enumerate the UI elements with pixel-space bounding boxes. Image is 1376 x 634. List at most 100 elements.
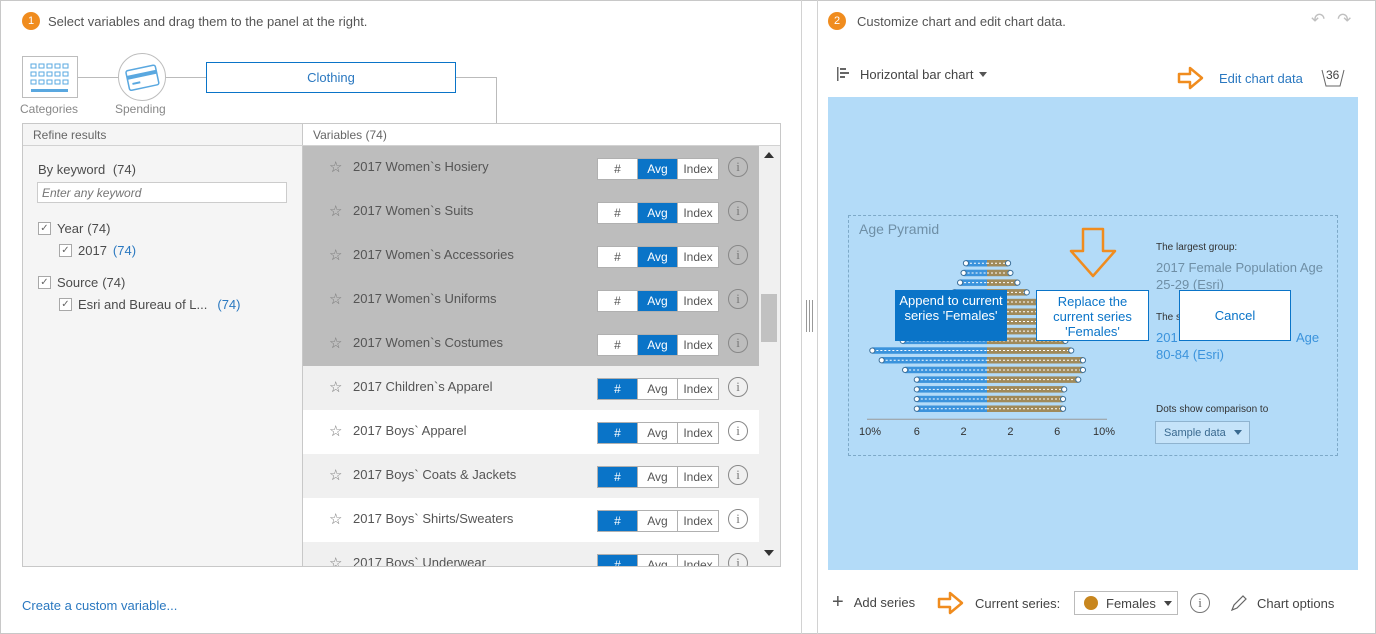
measure-toggle[interactable]: # Avg Index <box>597 334 719 356</box>
toggle-count[interactable]: # <box>598 423 638 443</box>
info-icon[interactable]: i <box>1190 593 1210 613</box>
star-icon[interactable]: ☆ <box>329 246 342 264</box>
toggle-count[interactable]: # <box>598 203 638 223</box>
variable-row[interactable]: ☆ 2017 Women`s Accessories # Avg Index i <box>303 234 759 278</box>
scroll-up-icon[interactable] <box>764 152 774 158</box>
toggle-count[interactable]: # <box>598 247 638 267</box>
variable-row[interactable]: ☆ 2017 Women`s Hosiery # Avg Index i <box>303 146 759 190</box>
measure-toggle[interactable]: # Avg Index <box>597 422 719 444</box>
edit-count-badge[interactable]: 36 <box>1320 66 1346 88</box>
star-icon[interactable]: ☆ <box>329 158 342 176</box>
checkbox-source[interactable]: ✓ <box>38 276 51 289</box>
star-icon[interactable]: ☆ <box>329 290 342 308</box>
info-icon[interactable]: i <box>728 553 748 566</box>
toggle-avg[interactable]: Avg <box>638 555 678 566</box>
undo-icon[interactable]: ↶ <box>1311 10 1325 30</box>
star-icon[interactable]: ☆ <box>329 554 342 566</box>
variable-list[interactable]: ☆ 2017 Women`s Hosiery # Avg Index i ☆ 20… <box>303 146 759 566</box>
categories-crumb-label[interactable]: Categories <box>20 102 78 116</box>
star-icon[interactable]: ☆ <box>329 334 342 352</box>
toggle-index[interactable]: Index <box>678 159 718 179</box>
measure-toggle[interactable]: # Avg Index <box>597 554 719 566</box>
variable-row[interactable]: ☆ 2017 Boys` Apparel # Avg Index i <box>303 410 759 454</box>
chart-options-button[interactable]: Chart options <box>1230 594 1334 612</box>
toggle-avg[interactable]: Avg <box>638 511 678 531</box>
star-icon[interactable]: ☆ <box>329 378 342 396</box>
star-icon[interactable]: ☆ <box>329 466 342 484</box>
toggle-index[interactable]: Index <box>678 379 718 399</box>
toggle-avg[interactable]: Avg <box>638 291 678 311</box>
toggle-count[interactable]: # <box>598 511 638 531</box>
info-icon[interactable]: i <box>728 245 748 265</box>
toggle-index[interactable]: Index <box>678 335 718 355</box>
checkbox-2017[interactable]: ✓ <box>59 244 72 257</box>
scroll-down-icon[interactable] <box>764 550 774 556</box>
toggle-avg[interactable]: Avg <box>638 247 678 267</box>
toggle-avg[interactable]: Avg <box>638 467 678 487</box>
add-series-button[interactable]: + Add series <box>832 592 915 612</box>
dots-comparison-select[interactable]: Sample data <box>1155 421 1250 444</box>
info-icon[interactable]: i <box>728 333 748 353</box>
categories-crumb-button[interactable] <box>22 56 78 98</box>
star-icon[interactable]: ☆ <box>329 202 342 220</box>
checkbox-esri[interactable]: ✓ <box>59 298 72 311</box>
create-custom-variable-link[interactable]: Create a custom variable... <box>22 598 177 613</box>
info-icon[interactable]: i <box>728 377 748 397</box>
measure-toggle[interactable]: # Avg Index <box>597 290 719 312</box>
toggle-avg[interactable]: Avg <box>638 379 678 399</box>
toggle-index[interactable]: Index <box>678 203 718 223</box>
keyword-input[interactable] <box>37 182 287 203</box>
variable-row[interactable]: ☆ 2017 Boys` Underwear # Avg Index i <box>303 542 759 566</box>
filter-esri[interactable]: ✓ Esri and Bureau of L... (74) <box>59 297 240 312</box>
measure-toggle[interactable]: # Avg Index <box>597 202 719 224</box>
toggle-count[interactable]: # <box>598 379 638 399</box>
toggle-index[interactable]: Index <box>678 511 718 531</box>
info-icon[interactable]: i <box>728 465 748 485</box>
scrollbar-thumb[interactable] <box>761 294 777 342</box>
spending-crumb-label[interactable]: Spending <box>115 102 166 116</box>
toggle-index[interactable]: Index <box>678 555 718 566</box>
star-icon[interactable]: ☆ <box>329 510 342 528</box>
redo-icon[interactable]: ↷ <box>1337 10 1351 30</box>
filter-2017[interactable]: ✓ 2017 (74) <box>59 243 136 258</box>
variable-row[interactable]: ☆ 2017 Women`s Suits # Avg Index i <box>303 190 759 234</box>
measure-toggle[interactable]: # Avg Index <box>597 246 719 268</box>
toggle-index[interactable]: Index <box>678 247 718 267</box>
filter-source[interactable]: ✓ Source (74) <box>38 275 125 290</box>
toggle-avg[interactable]: Avg <box>638 335 678 355</box>
toggle-index[interactable]: Index <box>678 291 718 311</box>
current-series-select[interactable]: Females <box>1074 591 1178 615</box>
current-category-crumb[interactable]: Clothing <box>206 62 456 93</box>
toggle-avg[interactable]: Avg <box>638 159 678 179</box>
info-icon[interactable]: i <box>728 289 748 309</box>
variable-row[interactable]: ☆ 2017 Women`s Costumes # Avg Index i <box>303 322 759 366</box>
filter-year[interactable]: ✓ Year (74) <box>38 221 110 236</box>
splitter-handle[interactable] <box>803 300 815 332</box>
replace-series-button[interactable]: Replace the current series 'Females' <box>1036 290 1149 341</box>
toggle-index[interactable]: Index <box>678 423 718 443</box>
toggle-avg[interactable]: Avg <box>638 203 678 223</box>
scrollbar[interactable] <box>759 146 780 566</box>
chart-type-dropdown[interactable]: Horizontal bar chart <box>836 66 988 82</box>
toggle-count[interactable]: # <box>598 555 638 566</box>
variable-row[interactable]: ☆ 2017 Boys` Shirts/Sweaters # Avg Index… <box>303 498 759 542</box>
toggle-index[interactable]: Index <box>678 467 718 487</box>
toggle-count[interactable]: # <box>598 159 638 179</box>
toggle-avg[interactable]: Avg <box>638 423 678 443</box>
variable-row[interactable]: ☆ 2017 Boys` Coats & Jackets # Avg Index… <box>303 454 759 498</box>
info-icon[interactable]: i <box>728 509 748 529</box>
info-icon[interactable]: i <box>728 421 748 441</box>
info-icon[interactable]: i <box>728 157 748 177</box>
variable-row[interactable]: ☆ 2017 Children`s Apparel # Avg Index i <box>303 366 759 410</box>
star-icon[interactable]: ☆ <box>329 422 342 440</box>
checkbox-year[interactable]: ✓ <box>38 222 51 235</box>
measure-toggle[interactable]: # Avg Index <box>597 466 719 488</box>
measure-toggle[interactable]: # Avg Index <box>597 510 719 532</box>
append-series-button[interactable]: Append to current series 'Females' <box>895 290 1007 341</box>
measure-toggle[interactable]: # Avg Index <box>597 158 719 180</box>
info-icon[interactable]: i <box>728 201 748 221</box>
measure-toggle[interactable]: # Avg Index <box>597 378 719 400</box>
toggle-count[interactable]: # <box>598 467 638 487</box>
toggle-count[interactable]: # <box>598 291 638 311</box>
variable-row[interactable]: ☆ 2017 Women`s Uniforms # Avg Index i <box>303 278 759 322</box>
